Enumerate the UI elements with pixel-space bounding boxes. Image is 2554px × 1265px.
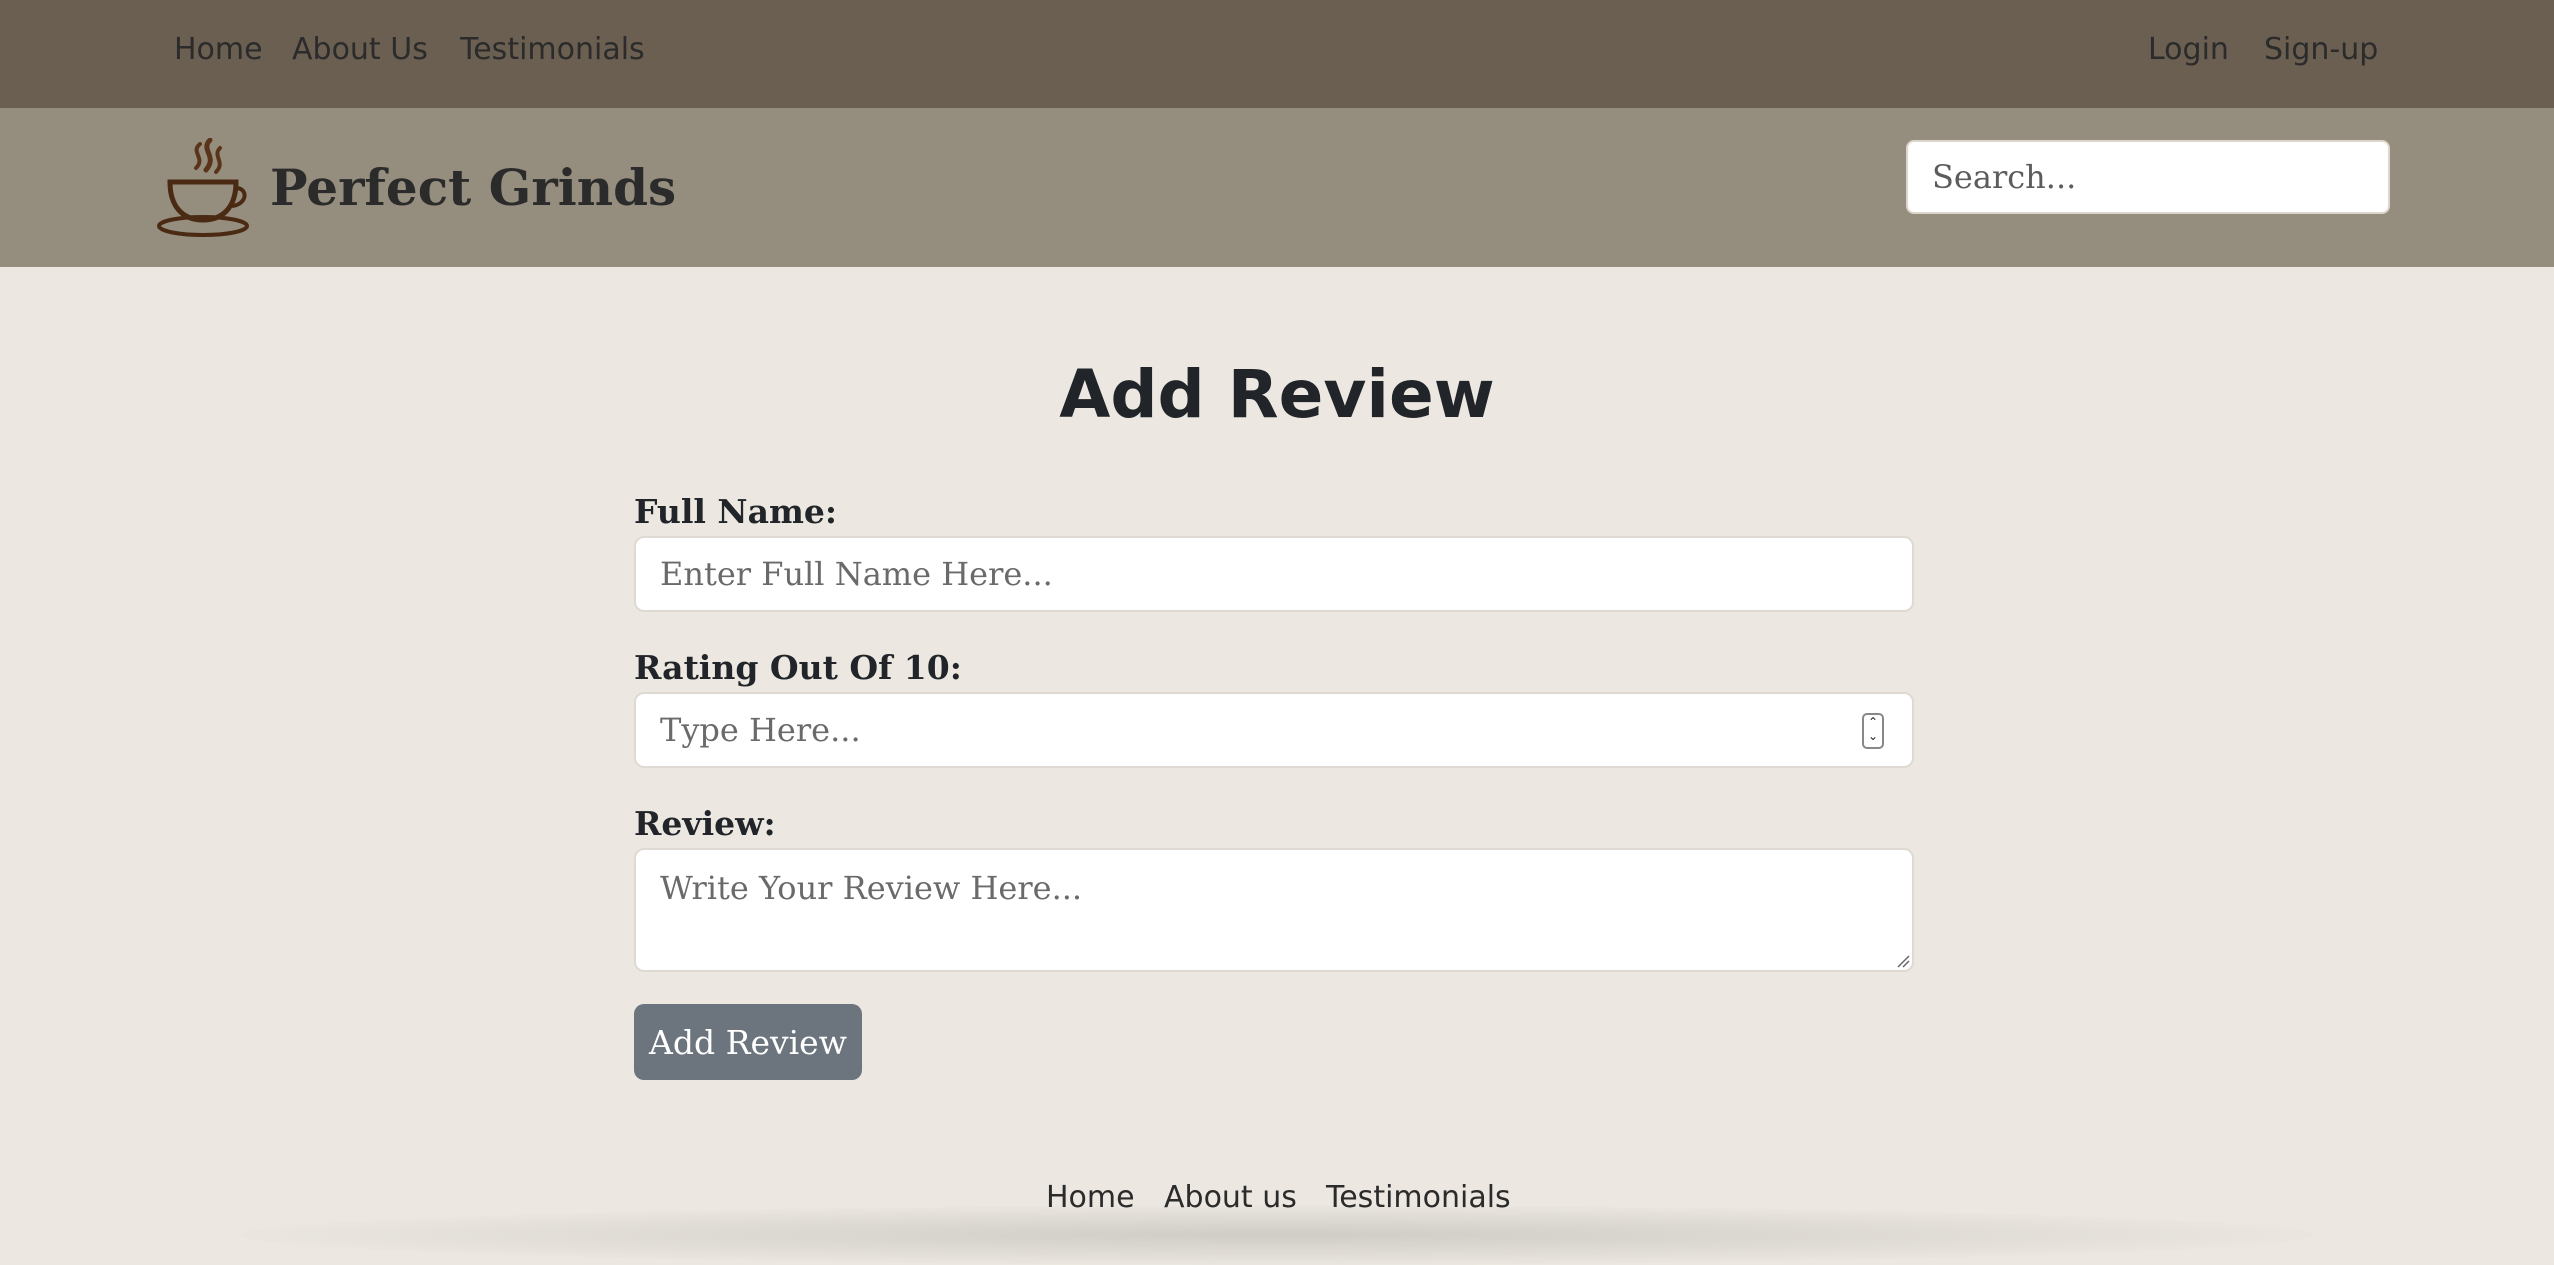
page-title: Add Review: [1059, 356, 1495, 433]
coffee-cup-icon: [157, 138, 249, 237]
nav-testimonials-link[interactable]: Testimonials: [460, 27, 645, 73]
review-label: Review:: [634, 804, 776, 843]
nav-about-us-link[interactable]: About Us: [292, 27, 428, 73]
nav-home-link[interactable]: Home: [174, 27, 263, 73]
full-name-field[interactable]: [634, 536, 1914, 612]
chevron-up-icon[interactable]: ⌃: [1864, 715, 1882, 729]
top-navbar: Home About Us Testimonials Login Sign-up: [0, 0, 2554, 108]
footer-testimonials-link[interactable]: Testimonials: [1326, 1176, 1511, 1220]
rating-stepper[interactable]: ⌃ ⌄: [1862, 713, 1884, 749]
nav-login-link[interactable]: Login: [2148, 27, 2229, 73]
nav-signup-link[interactable]: Sign-up: [2264, 27, 2378, 73]
brand-name: Perfect Grinds: [270, 158, 677, 217]
rating-field[interactable]: [634, 692, 1914, 768]
add-review-button[interactable]: Add Review: [634, 1004, 862, 1080]
footer-home-link[interactable]: Home: [1046, 1176, 1135, 1220]
rating-label: Rating Out Of 10:: [634, 648, 962, 687]
search-input[interactable]: [1906, 140, 2390, 214]
full-name-label: Full Name:: [634, 492, 838, 531]
chevron-down-icon[interactable]: ⌄: [1864, 729, 1882, 743]
review-textarea[interactable]: [634, 848, 1914, 972]
footer-about-us-link[interactable]: About us: [1164, 1176, 1297, 1220]
resize-grip-icon[interactable]: [1896, 954, 1910, 968]
